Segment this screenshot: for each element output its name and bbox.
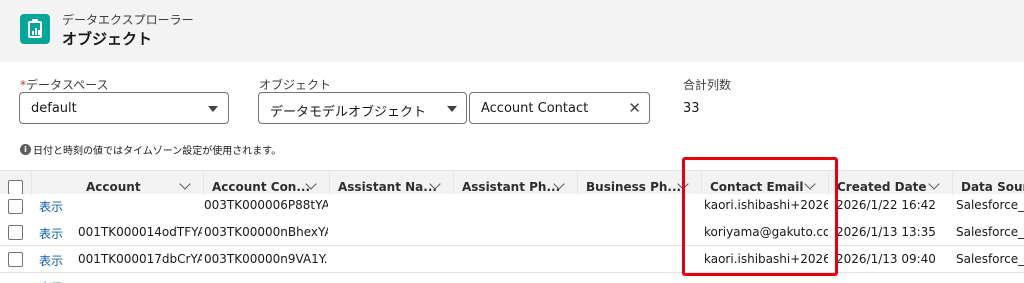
page-header: データエクスプローラー オブジェクト [0, 0, 1024, 62]
created-date-cell: 2026/1/22 16:42 [836, 198, 936, 212]
view-link[interactable]: 表示 [39, 225, 63, 242]
object-combobox[interactable]: Account Contact ✕ [469, 92, 650, 124]
total-columns-value: 33 [683, 101, 700, 116]
timezone-note-text: 日付と時刻の値ではタイムゾーン設定が使用されます。 [33, 146, 282, 157]
timezone-note: i 日付と時刻の値ではタイムゾーン設定が使用されます。 [20, 142, 281, 157]
row-checkbox[interactable] [8, 199, 23, 214]
contact-email-cell: kaori.ishibashi+2026... [704, 198, 828, 212]
row-checkbox[interactable] [8, 225, 23, 240]
row-checkbox[interactable] [8, 252, 23, 267]
clipboard-chart-icon [20, 14, 50, 44]
account-contact-cell: 003TK00000n9VA1Y... [204, 252, 328, 266]
select-all-checkbox[interactable] [8, 180, 23, 195]
dataspace-select[interactable]: default [19, 92, 229, 124]
account-cell: 001TK000017dbCrYAI [78, 252, 202, 266]
view-link[interactable]: 表示 [39, 279, 63, 283]
app-subtitle: データエクスプローラー [62, 13, 194, 27]
table-row: 表示 001TK000017dbCrYAI 003TK00000n9VA1Y..… [0, 246, 1024, 273]
chevron-down-icon[interactable] [928, 178, 940, 190]
created-date-cell: 2026/1/13 09:40 [836, 252, 936, 266]
contact-email-cell: koriyama@gakuto.co... [704, 225, 828, 239]
chevron-down-icon[interactable] [804, 178, 816, 190]
data-source-cell: Salesforce_H... [956, 252, 1024, 266]
view-link[interactable]: 表示 [39, 198, 63, 215]
clear-icon[interactable]: ✕ [628, 100, 641, 116]
caret-down-icon [447, 106, 457, 112]
view-link[interactable]: 表示 [39, 252, 63, 269]
account-contact-cell: 003TK000006P88tYAC [204, 198, 328, 212]
created-date-cell: 2026/1/13 13:35 [836, 225, 936, 239]
data-source-cell: Salesforce_H... [956, 225, 1024, 239]
dataspace-value: default [31, 101, 77, 116]
table-row: 表示 001TK000014odTFYAY 003TK00000nBhexYAC… [0, 219, 1024, 246]
table-row: 表示 003TK000006P88tYAC kaori.ishibashi+20… [0, 194, 1024, 221]
info-icon: i [20, 144, 31, 155]
chevron-down-icon[interactable] [179, 178, 191, 190]
data-source-cell: Salesforce_H... [956, 198, 1024, 212]
object-label: オブジェクト [259, 78, 332, 92]
caret-down-icon [208, 106, 218, 112]
object-type-select[interactable]: データモデルオブジェクト [258, 92, 467, 124]
page-title: オブジェクト [62, 30, 153, 48]
table-row: 表示 [0, 273, 1024, 283]
dataspace-label: *データスペース [20, 78, 109, 92]
account-cell: 001TK000014odTFYAY [78, 225, 202, 239]
object-type-value: データモデルオブジェクト [270, 105, 427, 120]
total-columns-label: 合計列数 [683, 78, 732, 92]
object-value: Account Contact [481, 101, 589, 116]
account-contact-cell: 003TK00000nBhexYAC [204, 225, 328, 239]
contact-email-cell: kaori.ishibashi+2026... [704, 252, 828, 266]
